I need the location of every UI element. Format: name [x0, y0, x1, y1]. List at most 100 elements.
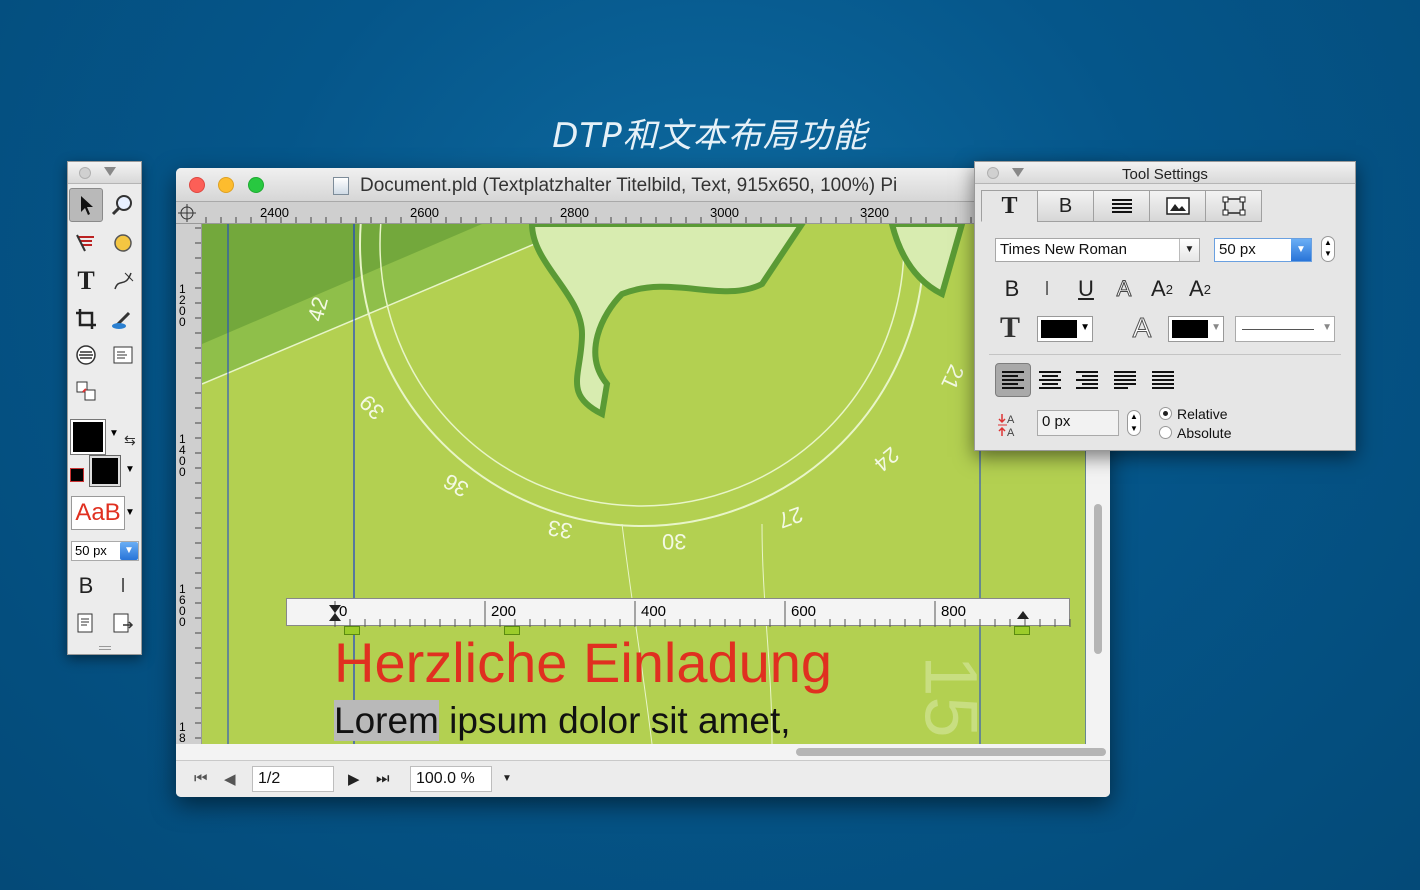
- align-left-icon: [1002, 371, 1024, 389]
- horizontal-scrollbar[interactable]: [176, 744, 1110, 760]
- swap-colors-icon[interactable]: ⇆: [124, 432, 136, 449]
- align-left-button[interactable]: [995, 363, 1031, 397]
- ruler-label: 2400: [260, 205, 289, 220]
- outline-color-swatch[interactable]: ▼: [1168, 316, 1224, 342]
- line-style-select[interactable]: ▼: [1235, 316, 1335, 342]
- minimize-window-icon[interactable]: [218, 177, 234, 193]
- document-titlebar[interactable]: Document.pld (Textplatzhalter Titelbild,…: [176, 168, 1110, 202]
- magnifier-icon: [111, 195, 132, 216]
- ruler-label: 2800: [560, 205, 589, 220]
- underline-style-button[interactable]: U: [1073, 275, 1099, 303]
- link-frames-tool-button[interactable]: [69, 374, 103, 408]
- justify-all-icon: [1152, 371, 1174, 389]
- body-text[interactable]: Lorem ipsum dolor sit amet,: [334, 700, 791, 742]
- close-window-icon[interactable]: [189, 177, 205, 193]
- font-size-select[interactable]: 50 px ▼: [1214, 238, 1312, 262]
- frame-handle[interactable]: [1014, 626, 1030, 635]
- page-headline: DTP和文本布局功能: [552, 116, 868, 156]
- chevron-down-icon[interactable]: ▼: [1080, 322, 1090, 333]
- background-color-swatch[interactable]: [89, 455, 121, 487]
- text-tool-button[interactable]: T: [69, 264, 103, 298]
- image-frame-icon: [1165, 197, 1190, 215]
- swatch-dropdown-icon[interactable]: ▼: [109, 428, 119, 439]
- eyedropper-tool-button[interactable]: [106, 302, 140, 336]
- baseline-shift-field[interactable]: 0 px: [1037, 410, 1119, 436]
- shape-tool-button[interactable]: [106, 226, 140, 260]
- line-style-preview: [1242, 329, 1314, 330]
- bold-style-button[interactable]: B: [999, 275, 1025, 303]
- style-dropdown-icon[interactable]: ▼: [125, 507, 135, 518]
- tab-paragraph[interactable]: [1093, 190, 1150, 222]
- chevron-down-icon[interactable]: ▼: [120, 542, 138, 560]
- vertical-ruler[interactable]: 1200 1400 1600 18: [176, 224, 202, 744]
- page-field[interactable]: 1/2: [252, 766, 334, 792]
- text-style-preview[interactable]: AaB: [71, 496, 125, 530]
- tab-frame[interactable]: [1205, 190, 1262, 222]
- align-right-button[interactable]: [1069, 363, 1105, 397]
- ruler-label: 3000: [710, 205, 739, 220]
- crop-tool-button[interactable]: [69, 302, 103, 336]
- invitation-heading[interactable]: Herzliche Einladung: [334, 630, 832, 695]
- font-size-field[interactable]: 50 px ▼: [71, 541, 139, 561]
- default-colors-icon[interactable]: [70, 468, 84, 482]
- tool-settings-panel: Tool Settings T B Times New Roman ▼ 50 p…: [974, 161, 1356, 451]
- tab-bold[interactable]: B: [1037, 190, 1094, 222]
- align-center-button[interactable]: [1032, 363, 1068, 397]
- baseline-shift-stepper[interactable]: ▲ ▼: [1127, 410, 1141, 436]
- close-icon[interactable]: [79, 167, 91, 179]
- superscript-button[interactable]: A2: [1185, 275, 1215, 303]
- circle-shape-icon: [114, 234, 132, 252]
- chevron-down-icon[interactable]: ▼: [1291, 239, 1311, 261]
- ruler-label: 1400: [179, 432, 186, 479]
- document-canvas[interactable]: 42 39 36 33 30 27 24 21 15 0 200 400 600…: [202, 224, 1086, 744]
- zoom-tool-button[interactable]: [106, 188, 140, 222]
- font-family-select[interactable]: Times New Roman ▼: [995, 238, 1200, 262]
- subscript-button[interactable]: A2: [1147, 275, 1177, 303]
- outline-style-button[interactable]: A: [1111, 275, 1137, 303]
- vertical-scroll-thumb[interactable]: [1094, 504, 1102, 654]
- foreground-color-swatch[interactable]: [70, 419, 106, 455]
- next-page-icon[interactable]: ▶: [348, 770, 360, 788]
- collapse-icon[interactable]: [104, 167, 116, 176]
- first-page-icon[interactable]: ⏮: [194, 770, 208, 787]
- bg-swatch-dropdown-icon[interactable]: ▼: [125, 464, 135, 475]
- dial-number-faded: 15: [909, 655, 993, 738]
- tab-character[interactable]: T: [981, 190, 1038, 222]
- select-tool-button[interactable]: [69, 188, 103, 222]
- insert-frame-button[interactable]: [69, 606, 103, 640]
- align-right-icon: [1076, 371, 1098, 389]
- text-wrap-tool-button[interactable]: [69, 338, 103, 372]
- font-size-stepper[interactable]: ▲ ▼: [1321, 236, 1335, 262]
- brush-icon: [76, 234, 94, 252]
- text-color-swatch[interactable]: ▼: [1037, 316, 1093, 342]
- path-tool-button[interactable]: [106, 264, 140, 298]
- horizontal-scroll-thumb[interactable]: [796, 748, 1106, 756]
- tool-settings-titlebar[interactable]: Tool Settings: [975, 162, 1355, 184]
- chevron-down-icon[interactable]: ▼: [1322, 322, 1332, 333]
- zoom-field[interactable]: 100.0 %: [410, 766, 492, 792]
- text-color-icon: T: [999, 311, 1020, 344]
- hand-tool-button[interactable]: [69, 226, 103, 260]
- prev-page-icon[interactable]: ◀: [224, 770, 236, 788]
- text-frame-tool-button[interactable]: [106, 338, 140, 372]
- selected-text[interactable]: Lorem: [334, 700, 439, 741]
- tools-palette-titlebar[interactable]: [68, 162, 141, 184]
- zoom-window-icon[interactable]: [248, 177, 264, 193]
- justify-all-button[interactable]: [1145, 363, 1181, 397]
- bold-button[interactable]: B: [69, 569, 103, 603]
- horizontal-ruler[interactable]: 2400 2600 2800 3000 3200: [176, 202, 1110, 224]
- text-frame-ruler[interactable]: 0 200 400 600 800: [286, 598, 1071, 627]
- chevron-down-icon[interactable]: ▼: [1211, 322, 1221, 333]
- tab-image-frame[interactable]: [1149, 190, 1206, 222]
- justify-button[interactable]: [1107, 363, 1143, 397]
- zoom-dropdown-icon[interactable]: ▼: [502, 773, 512, 784]
- last-page-icon[interactable]: ⏭: [376, 770, 390, 787]
- export-frame-button[interactable]: [106, 606, 140, 640]
- italic-button[interactable]: I: [106, 569, 140, 603]
- tool-settings-title: Tool Settings: [1122, 166, 1208, 183]
- chevron-down-icon[interactable]: ▼: [1179, 239, 1199, 261]
- radio-relative[interactable]: [1159, 407, 1172, 420]
- radio-absolute[interactable]: [1159, 426, 1172, 439]
- resize-grip-icon[interactable]: [99, 646, 111, 650]
- italic-style-button[interactable]: I: [1037, 275, 1057, 303]
